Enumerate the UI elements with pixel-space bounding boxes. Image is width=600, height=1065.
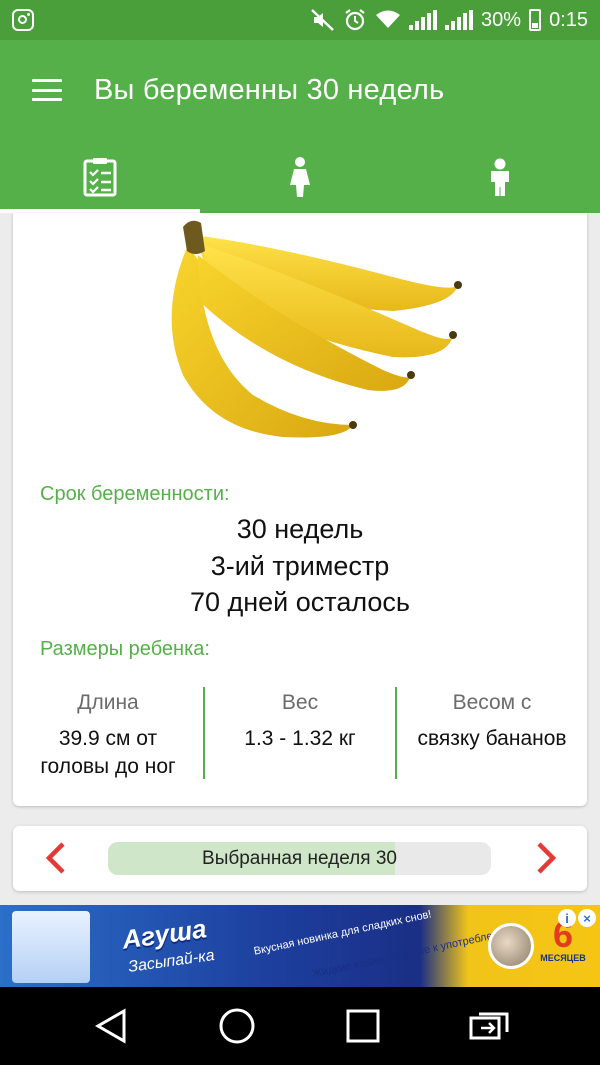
wifi-icon <box>376 10 401 28</box>
clock: 0:15 <box>549 8 588 31</box>
product-pack-image <box>12 911 90 983</box>
recents-icon <box>346 1009 380 1043</box>
alarm-icon <box>345 9 365 31</box>
age-unit: МЕСЯЦЕВ <box>540 953 586 963</box>
signal-icon <box>445 10 474 30</box>
term-trimester: 3-ий триместр <box>210 550 390 581</box>
home-button[interactable] <box>207 996 267 1056</box>
stat-value-line: 39.9 см от <box>58 727 158 750</box>
battery-icon <box>529 9 542 31</box>
battery-percent: 30% <box>481 8 522 31</box>
status-bar: 30% 0:15 <box>0 0 600 40</box>
stat-compare: Весом с связку бананов <box>397 687 587 779</box>
term-weeks: 30 недель <box>236 514 364 544</box>
baby-photo <box>488 923 534 969</box>
switch-icon <box>469 1012 509 1040</box>
ad-controls: i × <box>558 909 596 927</box>
term-days-left: 70 дней осталось <box>189 587 411 617</box>
recents-button[interactable] <box>333 996 393 1056</box>
signal-icon <box>409 10 438 30</box>
info-icon[interactable]: i <box>558 909 576 927</box>
stat-value-line: головы до ног <box>40 755 176 778</box>
banana-image <box>171 220 462 438</box>
week-selector: Выбранная неделя 30 <box>13 826 587 891</box>
stat-length: Длина 39.9 см от головы до ног <box>13 687 203 779</box>
week-info-card: Срок беременности: 30 недель 3-ий тримес… <box>13 213 587 806</box>
app-bar: Вы беременны 30 недель <box>0 40 600 140</box>
system-nav-bar <box>0 987 600 1065</box>
pregnant-woman-icon <box>290 156 310 197</box>
stat-value-line: связку бананов <box>417 727 567 750</box>
stat-head: Длина <box>77 691 139 714</box>
tab-checklist[interactable] <box>0 140 200 213</box>
page-title: Вы беременны 30 недель <box>94 73 445 106</box>
tab-bar <box>0 140 600 213</box>
tab-mother[interactable] <box>200 140 400 213</box>
instagram-icon <box>12 9 34 31</box>
switch-button[interactable] <box>459 996 519 1056</box>
stat-value-line: 1.3 - 1.32 кг <box>244 727 356 750</box>
home-icon <box>219 1008 255 1044</box>
chevron-left-icon[interactable] <box>37 838 77 878</box>
stat-weight: Вес 1.3 - 1.32 кг <box>205 687 395 779</box>
mute-icon <box>311 9 334 31</box>
close-icon[interactable]: × <box>578 909 596 927</box>
child-icon <box>491 158 509 196</box>
term-info: 30 недель 3-ий триместр 70 дней осталось <box>13 511 587 621</box>
stat-value: 1.3 - 1.32 кг <box>205 725 395 753</box>
week-label: Выбранная неделя 30 <box>202 847 397 869</box>
back-icon <box>94 1008 126 1044</box>
baby-size-label: Размеры ребенка: <box>40 638 210 660</box>
hamburger-menu-icon[interactable] <box>32 79 62 101</box>
week-progress[interactable]: Выбранная неделя 30 <box>108 842 491 875</box>
baby-stats: Длина 39.9 см от головы до ног Вес 1.3 -… <box>13 687 587 779</box>
back-button[interactable] <box>81 996 141 1056</box>
ad-banner[interactable]: Агуша Засыпай-ка Вкусная новинка для сла… <box>0 905 600 987</box>
checklist-icon <box>83 157 117 196</box>
stat-head: Весом с <box>452 691 532 714</box>
stat-value: связку бананов <box>397 725 587 753</box>
tab-child[interactable] <box>400 140 600 213</box>
chevron-right-icon[interactable] <box>525 838 565 878</box>
stat-head: Вес <box>281 691 319 714</box>
stat-value: 39.9 см от головы до ног <box>13 725 203 781</box>
term-label: Срок беременности: <box>40 483 230 505</box>
